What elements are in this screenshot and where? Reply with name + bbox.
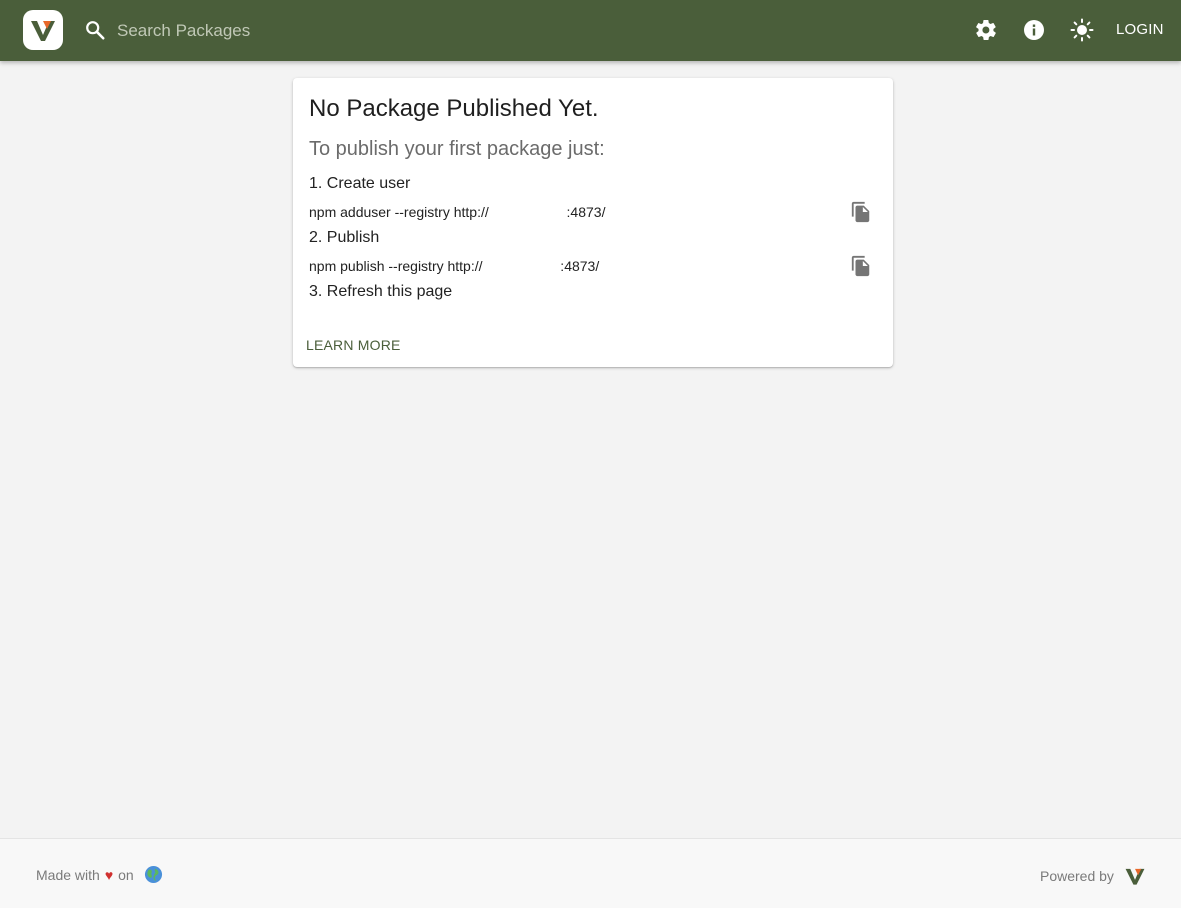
powered-by-text: Powered by — [1040, 868, 1114, 884]
on-text: on — [118, 866, 134, 883]
globe-icon[interactable] — [144, 865, 163, 884]
copy-icon[interactable] — [850, 255, 872, 277]
copy-icon[interactable] — [850, 201, 872, 223]
login-button[interactable]: LOGIN — [1107, 18, 1173, 42]
step-create-user: 1. Create user — [309, 175, 411, 192]
top-app-bar: LOGIN — [0, 0, 1181, 61]
verdaccio-logo[interactable] — [23, 10, 63, 50]
search-icon — [86, 21, 105, 40]
made-with: Made with ♥ on — [36, 865, 163, 884]
card-title: No Package Published Yet. — [309, 95, 599, 122]
verdaccio-logo[interactable] — [1124, 865, 1146, 887]
info-icon[interactable] — [1022, 18, 1046, 42]
powered-by: Powered by — [1040, 865, 1146, 887]
learn-more-button[interactable]: LEARN MORE — [300, 333, 407, 357]
search-input[interactable] — [115, 15, 539, 47]
settings-icon[interactable] — [974, 18, 998, 42]
publish-command: npm publish --registry http:// :4873/ — [309, 258, 600, 274]
theme-toggle-icon[interactable] — [1070, 18, 1094, 42]
card-subtitle: To publish your first package just: — [309, 138, 605, 160]
made-with-text: Made with — [36, 866, 100, 883]
empty-state-card: No Package Published Yet. To publish you… — [293, 78, 893, 367]
footer: Made with ♥ on Powered by — [0, 838, 1181, 908]
step-publish: 2. Publish — [309, 229, 380, 246]
step-refresh: 3. Refresh this page — [309, 283, 453, 300]
adduser-command: npm adduser --registry http:// :4873/ — [309, 204, 606, 220]
heart-icon: ♥ — [104, 866, 114, 883]
